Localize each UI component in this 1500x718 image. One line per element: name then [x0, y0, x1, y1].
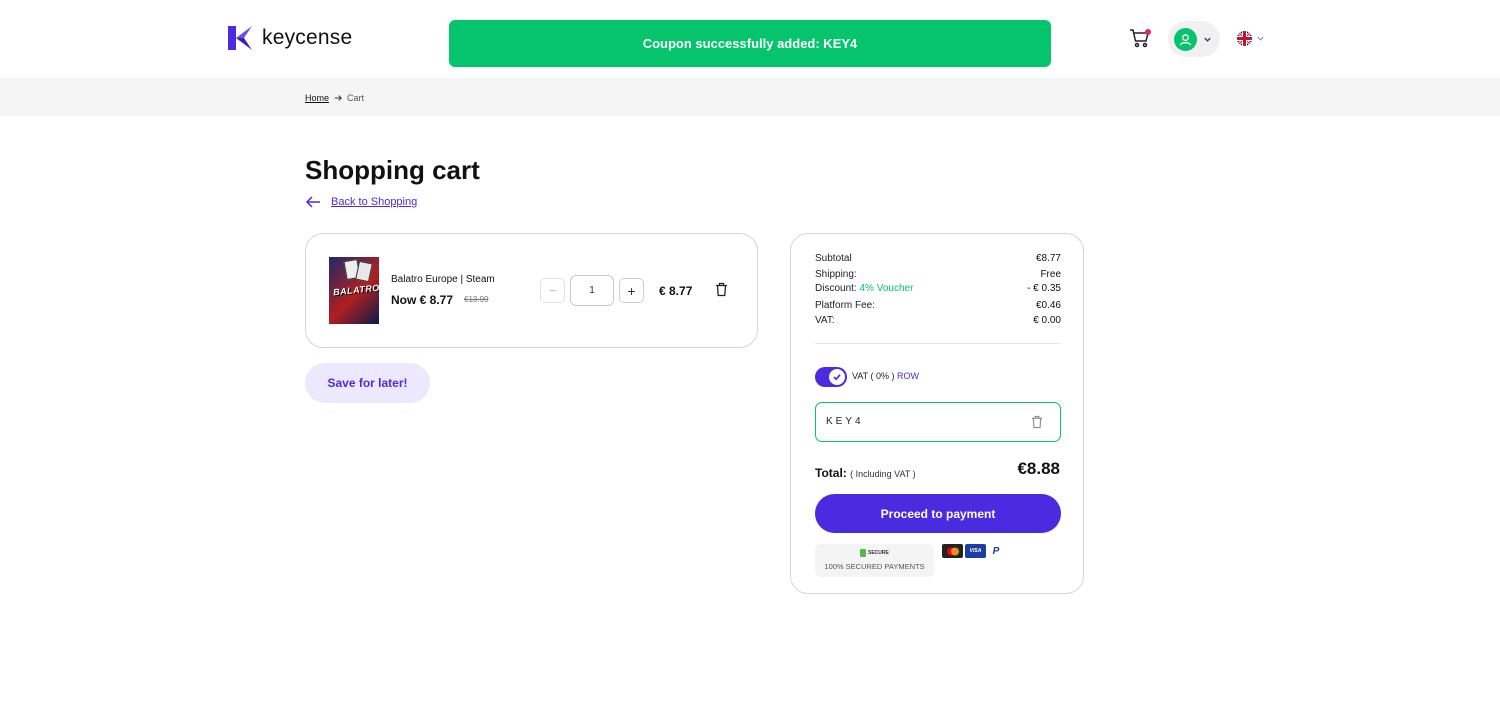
mastercard-icon [942, 544, 963, 558]
remove-coupon-button[interactable] [1031, 415, 1043, 434]
save-for-later-button[interactable]: Save for later! [305, 363, 430, 403]
proceed-to-payment-button[interactable]: Proceed to payment [815, 494, 1061, 533]
paypal-icon: P [992, 545, 1000, 557]
cart-item: BALATRO Balatro Europe | Steam Now € 8.7… [305, 233, 758, 348]
vat-toggle-label: VAT ( 0% ) ROW [852, 371, 920, 381]
arrow-right-icon [334, 95, 342, 101]
shipping-label: Shipping: [815, 269, 857, 280]
user-icon [1179, 33, 1192, 45]
secure-payments-text: 100% SECURED PAYMENTS [824, 562, 925, 571]
quantity-input[interactable]: 1 [570, 275, 614, 306]
breadcrumb-current: Cart [347, 93, 365, 103]
vat-row: VAT: € 0.00 [815, 315, 1061, 326]
page-title: Shopping cart [305, 155, 480, 185]
discount-tag: 4% Voucher [859, 283, 914, 294]
language-selector[interactable] [1237, 31, 1265, 46]
brand-name: keycense [262, 26, 353, 49]
total-label: Total: ( Including VAT ) [815, 466, 916, 480]
vat-region: ROW [897, 371, 920, 381]
arrow-left-icon [305, 196, 320, 208]
total-value: €8.88 [1017, 459, 1060, 478]
vat-toggle[interactable] [815, 367, 847, 387]
shipping-row: Shipping: Free [815, 269, 1061, 280]
keycense-logo-icon [228, 26, 252, 50]
trash-icon [1031, 415, 1043, 429]
product-name[interactable]: Balatro Europe | Steam [391, 274, 495, 285]
subtotal-value: €8.77 [1035, 253, 1061, 264]
breadcrumb-home-link[interactable]: Home [305, 93, 329, 103]
product-old-price: €13.99 [464, 295, 489, 304]
vat-label: VAT: [815, 315, 835, 326]
product-price: Now € 8.77 [391, 293, 454, 307]
total-note: ( Including VAT ) [850, 469, 916, 479]
thumbnail-title: BALATRO [332, 282, 379, 298]
discount-label: Discount: [815, 283, 857, 294]
secure-payments-badge: SECURE 100% SECURED PAYMENTS [815, 544, 934, 577]
coupon-code: KEY4 [826, 416, 864, 427]
discount-row: Discount: 4% Voucher - € 0.35 [815, 283, 1061, 294]
coupon-success-toast: Coupon successfully added: KEY4 [449, 20, 1051, 67]
user-avatar [1174, 27, 1197, 51]
subtotal-label: Subtotal [815, 253, 852, 264]
check-icon [833, 374, 841, 381]
vat-value: € 0.00 [1033, 315, 1061, 326]
discount-value: - € 0.35 [1027, 283, 1061, 294]
summary-divider [815, 343, 1061, 344]
quantity-increase-button[interactable]: + [619, 278, 644, 303]
product-thumbnail[interactable]: BALATRO [329, 257, 379, 324]
site-header: keycense Coupon successfully added: KEY4 [0, 0, 1500, 78]
order-summary: Subtotal €8.77 Shipping: Free Discount: … [790, 233, 1084, 594]
user-menu-button[interactable] [1168, 21, 1220, 57]
chevron-down-icon [1257, 36, 1264, 41]
subtotal-row: Subtotal €8.77 [815, 253, 1061, 264]
cart-notification-dot [1145, 29, 1151, 35]
lock-icon [860, 549, 866, 557]
trash-icon [716, 282, 727, 297]
platform-fee-value: €0.46 [1035, 300, 1061, 311]
line-total: € 8.77 [659, 284, 693, 298]
breadcrumb-bar [0, 78, 1500, 116]
brand-logo[interactable]: keycense [226, 24, 352, 52]
platform-fee-row: Platform Fee: €0.46 [815, 300, 1061, 311]
shipping-value: Free [1040, 269, 1061, 280]
breadcrumb: Home Cart [305, 93, 364, 103]
chevron-down-icon [1204, 37, 1211, 42]
platform-fee-label: Platform Fee: [815, 300, 876, 311]
coupon-field[interactable]: KEY4 [815, 402, 1061, 442]
uk-flag-icon [1237, 31, 1252, 46]
back-to-shopping-link[interactable]: Back to Shopping [331, 196, 417, 208]
back-to-shopping[interactable]: Back to Shopping [305, 195, 417, 209]
visa-icon: VISA [965, 544, 986, 558]
quantity-decrease-button[interactable]: − [540, 278, 565, 303]
remove-item-button[interactable] [715, 282, 728, 302]
payment-methods: VISA P [942, 544, 1004, 558]
